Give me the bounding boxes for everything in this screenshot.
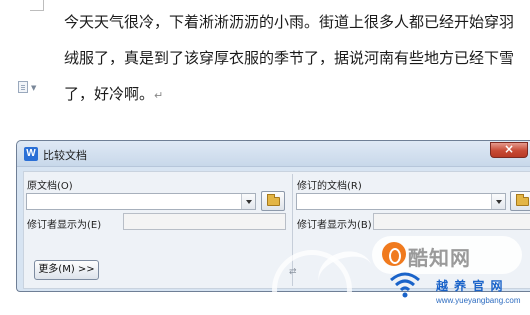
original-document-select[interactable] (26, 193, 256, 210)
revised-reviser-label: 修订者显示为(B) (297, 220, 372, 231)
revised-reviser-field[interactable] (373, 213, 530, 230)
document-line-text: 了，好冷啊。 (64, 85, 155, 103)
chevron-down-icon[interactable] (241, 194, 255, 209)
paragraph-layout-icon[interactable] (18, 81, 28, 93)
document-line: 今天天气很冷，下着淅淅沥沥的小雨。街道上很多人都已经开始穿羽 (64, 13, 515, 31)
chevron-down-icon[interactable] (491, 194, 505, 209)
watermark-logo-icon (382, 242, 406, 266)
chevron-down-icon[interactable]: ▼ (31, 84, 36, 92)
close-button[interactable]: × (490, 142, 528, 158)
wps-app-icon: W (24, 147, 38, 161)
original-document-label: 原文档(O) (27, 181, 73, 192)
folder-open-icon (516, 194, 529, 206)
margin-marker-h (30, 10, 44, 11)
dialog-title: 比较文档 (43, 149, 87, 162)
more-options-button[interactable]: 更多(M) >> (34, 260, 99, 280)
folder-open-icon (267, 194, 280, 206)
browse-revised-button[interactable] (510, 191, 530, 211)
document-line: 绒服了，真是到了该穿厚衣服的季节了，据说河南有些地方已经下雪 (64, 49, 515, 67)
dialog-titlebar[interactable]: W 比较文档 × (17, 141, 530, 167)
revised-document-label: 修订的文档(R) (297, 181, 362, 192)
document-line: 了，好冷啊。↵ (64, 76, 509, 112)
paragraph-mark-icon: ↵ (154, 89, 164, 102)
wifi-icon (390, 272, 420, 298)
revised-document-select[interactable] (296, 193, 506, 210)
original-reviser-label: 修订者显示为(E) (27, 220, 102, 231)
document-text[interactable]: 今天天气很冷，下着淅淅沥沥的小雨。街道上很多人都已经开始穿羽 绒服了，真是到了该… (64, 0, 515, 112)
close-icon: × (503, 142, 515, 156)
watermark-brand: 越 养 官 网 (436, 279, 504, 293)
browse-original-button[interactable] (261, 191, 285, 211)
margin-marker (43, 0, 44, 10)
original-reviser-field[interactable] (123, 213, 286, 230)
document-page: 今天天气很冷，下着淅淅沥沥的小雨。街道上很多人都已经开始穿羽 绒服了，真是到了该… (0, 0, 530, 135)
watermark-url: www.yueyangbang.com (436, 296, 521, 305)
